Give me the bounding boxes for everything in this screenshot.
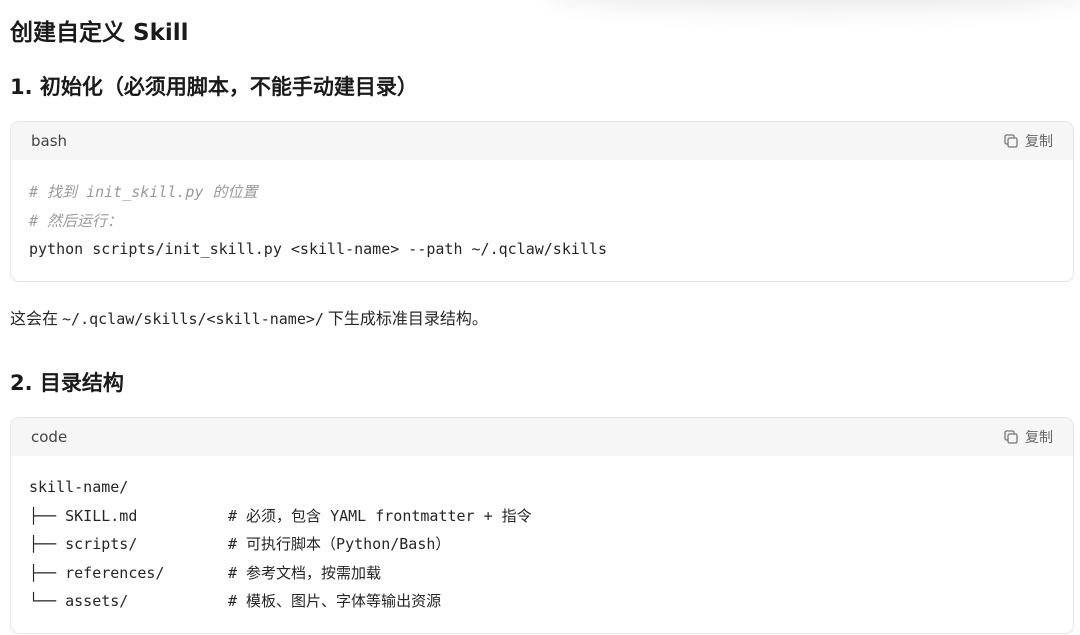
tree-item: └── assets/ # 模板、图片、字体等输出资源	[29, 587, 1055, 616]
code-language-label: code	[31, 428, 68, 446]
code-block-bash: bash 复制 # 找到 init_skill.py 的位置 # 然后运行： pyt…	[10, 121, 1074, 282]
code-command: python scripts/init_skill.py <skill-name…	[29, 240, 607, 258]
section-2-heading: 2. 目录结构	[10, 371, 124, 395]
page-title: 创建自定义 Skill	[10, 20, 189, 46]
inline-code-path: ~/.qclaw/skills/<skill-name>/	[62, 310, 324, 328]
code-language-label: bash	[31, 132, 68, 150]
copy-icon	[1003, 133, 1019, 149]
paragraph: 这会在 ~/.qclaw/skills/<skill-name>/下生成标准目录结…	[10, 305, 488, 329]
code-comment: # 然后运行：	[29, 211, 123, 230]
tree-root: skill-name/	[29, 478, 129, 496]
paragraph-suffix: 下生成标准目录结构。	[327, 309, 488, 328]
tree-item-comment: # 模板、图片、字体等输出资源	[228, 592, 442, 610]
tree-item: ├── SKILL.md # 必须，包含 YAML frontmatter + 指…	[29, 502, 1055, 531]
code-comment: # 找到 init_skill.py 的位置	[29, 183, 258, 201]
section-1-heading: 1. 初始化（必须用脚本，不能手动建目录）	[10, 75, 418, 99]
tree-item-comment: # 可执行脚本（Python/Bash）	[228, 535, 451, 553]
code-block-header: bash 复制	[11, 122, 1073, 160]
document-page: 创建自定义 Skill 1. 初始化（必须用脚本，不能手动建目录） bash 复…	[0, 0, 1080, 635]
tree-item-name: ├── SKILL.md	[29, 506, 138, 525]
code-block-header: code 复制	[11, 418, 1073, 456]
tree-item: ├── references/ # 参考文档，按需加载	[29, 559, 1055, 588]
tree-item-name: └── assets/	[29, 592, 129, 610]
code-content: skill-name/ ├── SKILL.md # 必须，包含 YAML fron…	[11, 456, 1073, 616]
tree-item: ├── scripts/ # 可执行脚本（Python/Bash）	[29, 530, 1055, 559]
tree-item-name: ├── references/	[29, 563, 165, 582]
paragraph-prefix: 这会在	[10, 309, 59, 328]
tree-item-comment: # 参考文档，按需加载	[228, 563, 382, 582]
copy-label: 复制	[1025, 134, 1053, 150]
copy-button[interactable]: 复制	[1003, 131, 1053, 151]
tree-item-comment: # 必须，包含 YAML frontmatter + 指令	[228, 506, 532, 525]
tree-item-name: ├── scripts/	[29, 535, 138, 553]
copy-button[interactable]: 复制	[1003, 427, 1053, 447]
copy-icon	[1003, 429, 1019, 445]
copy-label: 复制	[1025, 430, 1053, 446]
code-content: # 找到 init_skill.py 的位置 # 然后运行： python scri…	[11, 160, 1073, 264]
code-block-tree: code 复制 skill-name/ ├── SKILL.md # 必须，包含 Y…	[10, 417, 1074, 634]
